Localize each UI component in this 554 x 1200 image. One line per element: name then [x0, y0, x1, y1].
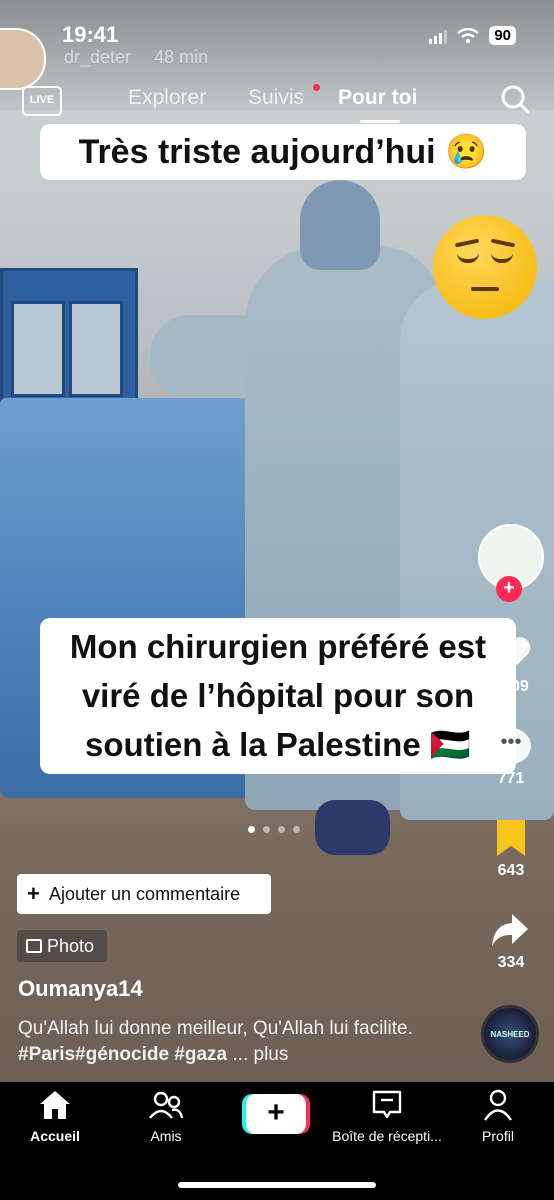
save-count: 643 [497, 862, 525, 879]
post-age: 48 min [154, 47, 209, 67]
carousel-dot [263, 826, 270, 833]
carousel-indicator [248, 826, 300, 833]
caption-top: Très triste aujourd’hui 😢 [40, 124, 526, 180]
caption-line: Mon chirurgien préféré est [69, 628, 487, 665]
share-icon[interactable] [490, 910, 530, 950]
wifi-icon [457, 27, 480, 43]
pensive-face-emoji [433, 215, 537, 319]
tab-profil[interactable]: Profil [443, 1088, 553, 1144]
comment-count: 771 [497, 770, 525, 787]
music-disc-label: NASHEED [490, 1030, 530, 1039]
photo-badge: Photo [17, 930, 107, 962]
battery-level: 90 [489, 26, 516, 45]
caption-line: soutien à la Palestine 🇵🇸 [85, 726, 471, 763]
tab-label: Accueil [30, 1128, 80, 1144]
carousel-dot [293, 826, 300, 833]
image-icon [26, 939, 42, 953]
door-window [69, 301, 123, 397]
tab-label: Profil [482, 1128, 514, 1144]
creator-handle[interactable]: dr_deter 48 min [64, 47, 208, 68]
new-content-dot [313, 84, 320, 91]
profile-icon [484, 1089, 512, 1121]
heart-icon[interactable] [492, 636, 532, 672]
post-description[interactable]: Qu'Allah lui donne meilleur, Qu'Allah lu… [18, 1016, 468, 1068]
tab-accueil[interactable]: Accueil [0, 1088, 110, 1144]
creator-handle-text: dr_deter [64, 47, 132, 67]
create-button[interactable]: + [246, 1094, 306, 1134]
operating-room-door [0, 268, 138, 414]
carousel-dot [278, 826, 285, 833]
more-link[interactable]: ... plus [232, 1044, 288, 1065]
comment-icon[interactable]: ••• [491, 728, 531, 764]
active-tab-indicator [360, 120, 400, 123]
like-count: 5809 [493, 678, 529, 695]
inbox-icon [372, 1090, 402, 1119]
home-indicator[interactable] [178, 1182, 376, 1188]
photo-label: Photo [47, 936, 95, 956]
add-comment-button[interactable]: + Ajouter un commentaire [17, 874, 271, 914]
signal-icon [429, 28, 448, 44]
tab-suivis[interactable]: Suivis [248, 86, 304, 110]
surgeon-cap [300, 180, 380, 270]
tab-pour-toi[interactable]: Pour toi [338, 86, 417, 110]
description-text: Qu'Allah lui donne meilleur, Qu'Allah lu… [18, 1018, 413, 1039]
caption-main: Mon chirurgien préféré est viré de l’hôp… [40, 618, 516, 774]
status-icons: 90 [429, 26, 516, 45]
post-username[interactable]: Oumanya14 [18, 976, 143, 1002]
music-disc[interactable]: NASHEED [481, 1005, 539, 1063]
follow-button[interactable]: + [496, 576, 522, 602]
carousel-dot [248, 826, 255, 833]
home-icon [40, 1091, 70, 1119]
description-hashtags[interactable]: #Paris#génocide #gaza [18, 1044, 227, 1065]
tab-label: Amis [150, 1128, 182, 1144]
surgeon-shoe [315, 800, 390, 855]
tab-inbox[interactable]: Boîte de récepti... [332, 1088, 442, 1144]
add-comment-label: Ajouter un commentaire [49, 884, 241, 904]
door-window [11, 301, 65, 397]
status-time: 19:41 [62, 22, 119, 47]
tab-amis[interactable]: Amis [111, 1088, 221, 1144]
share-count: 334 [497, 954, 525, 971]
tab-label: Boîte de récepti... [332, 1128, 442, 1144]
live-button[interactable]: LIVE [22, 86, 62, 116]
tab-explorer[interactable]: Explorer [128, 86, 206, 110]
caption-line: viré de l’hôpital pour son [81, 677, 475, 714]
surgeon-figure [150, 315, 260, 395]
plus-icon: + [27, 881, 40, 906]
search-icon[interactable] [500, 84, 530, 114]
friends-icon [149, 1091, 184, 1119]
